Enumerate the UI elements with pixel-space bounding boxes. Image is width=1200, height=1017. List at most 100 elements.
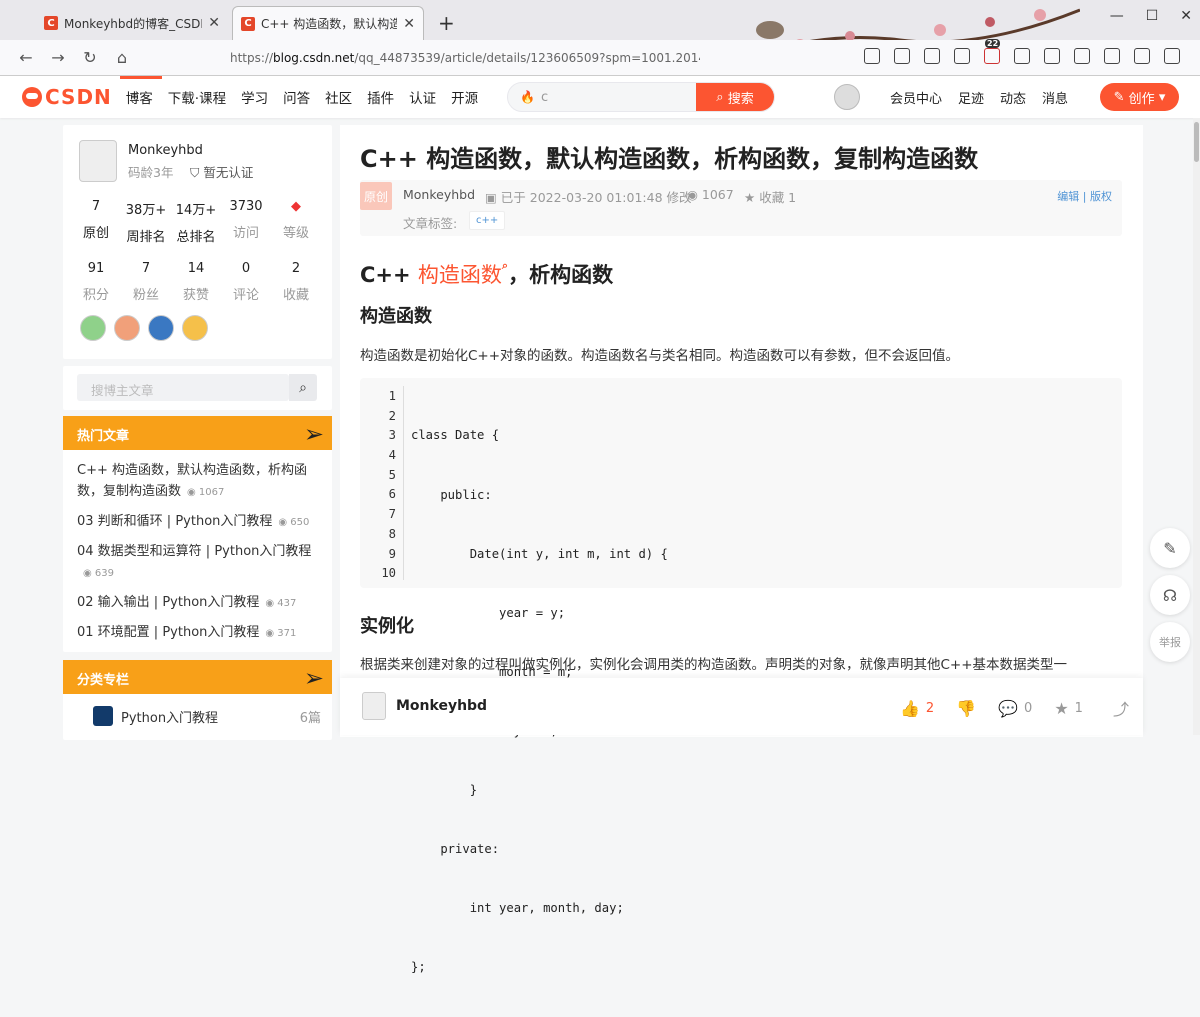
stat-points[interactable]: 91 积分 — [71, 261, 121, 303]
page-scrollbar[interactable] — [1193, 118, 1200, 735]
headset-icon: ☊ — [1162, 585, 1178, 605]
nav-opensource[interactable]: 开源 — [451, 87, 478, 107]
blog-search-input[interactable]: 搜博主文章 — [77, 374, 289, 401]
sidebar-icon[interactable] — [1044, 48, 1060, 64]
eye-icon: ◉ — [687, 187, 702, 202]
nav-certification[interactable]: 认证 — [409, 87, 436, 107]
link-vip-center[interactable]: 会员中心 — [890, 88, 942, 107]
reader-icon[interactable] — [894, 48, 910, 64]
badge-icon[interactable] — [114, 315, 140, 341]
share-icon[interactable]: ⤴ — [1113, 696, 1129, 720]
footer-author-avatar[interactable] — [362, 692, 386, 720]
nav-learn[interactable]: 学习 — [241, 87, 268, 107]
meta-favorite[interactable]: ★ 收藏 1 — [744, 187, 796, 206]
scrollbar-thumb[interactable] — [1194, 122, 1199, 162]
hot-article-item[interactable]: 01 环境配置 | Python入门教程 ◉ 371 — [77, 622, 317, 644]
stat-fans[interactable]: 7 粉丝 — [121, 261, 171, 303]
close-tab-icon[interactable]: ✕ — [403, 16, 415, 32]
thumbs-up-icon[interactable]: 👍 — [900, 699, 920, 718]
stat-original[interactable]: 7 原创 — [71, 199, 121, 245]
article-tag[interactable]: c++ — [469, 211, 506, 230]
eye-icon: ◉ — [265, 628, 278, 639]
article-title: C++ 构造函数，默认构造函数，析构函数，复制构造函数 — [360, 145, 979, 173]
report-button[interactable]: 举报 — [1150, 622, 1190, 662]
footer-author-name[interactable]: Monkeyhbd — [396, 698, 487, 714]
extension-shield-icon[interactable]: 22 — [984, 39, 1001, 64]
write-note-button[interactable]: ✎ — [1150, 528, 1190, 568]
copyright-link[interactable]: 版权 — [1090, 190, 1112, 203]
translate-icon[interactable] — [924, 48, 940, 64]
badge-icon[interactable] — [80, 315, 106, 341]
stat-weekly-rank[interactable]: 38万+ 周排名 — [121, 199, 171, 245]
browser-tab-1[interactable]: C Monkeyhbd的博客_CSDN博客- ✕ — [36, 6, 228, 40]
reload-icon[interactable]: ↻ — [76, 44, 104, 72]
badge-icon[interactable] — [148, 315, 174, 341]
link-messages[interactable]: 消息 — [1042, 88, 1068, 107]
link-activity[interactable]: 动态 — [1000, 88, 1026, 107]
close-tab-icon[interactable]: ✕ — [208, 15, 220, 31]
search-input[interactable]: c — [541, 90, 696, 105]
paragraph-2: 根据类来创建对象的过程叫做实例化，实例化会调用类的构造函数。声明类的对象，就像声… — [360, 657, 1068, 673]
edit-link[interactable]: 编辑 — [1057, 190, 1079, 203]
nav-qa[interactable]: 问答 — [283, 87, 310, 107]
stat-level[interactable]: ◆ 等级 — [271, 199, 321, 245]
certification-status: ⛉ 暂无认证 — [190, 165, 254, 180]
thumbs-down-icon[interactable]: 👎 — [956, 699, 976, 718]
fire-icon: 🔥 — [520, 90, 535, 104]
create-button[interactable]: ✎ 创作 ▾ — [1100, 83, 1179, 111]
category-header: 分类专栏 ➢ — [63, 660, 332, 694]
bookmark-star-icon[interactable] — [954, 48, 970, 64]
nav-blog[interactable]: 博客 — [119, 76, 162, 107]
stat-comments[interactable]: 0 评论 — [221, 261, 271, 303]
stat-visits[interactable]: 3730 访问 — [221, 199, 271, 245]
category-item[interactable]: Python入门教程 6篇 — [93, 706, 321, 726]
library-icon[interactable] — [1104, 48, 1120, 64]
csdn-logo[interactable]: CSDN — [22, 85, 112, 109]
menu-icon[interactable] — [1164, 48, 1180, 64]
star-icon[interactable]: ★ — [1054, 699, 1068, 718]
author-avatar[interactable] — [79, 140, 117, 182]
account-icon[interactable] — [1134, 48, 1150, 64]
new-tab-button[interactable]: + — [428, 6, 465, 40]
qr-code-icon[interactable] — [864, 48, 880, 64]
close-window-icon[interactable]: ✕ — [1180, 8, 1192, 24]
blog-search-box: 搜博主文章 ⌕ — [63, 366, 332, 410]
author-name[interactable]: Monkeyhbd — [128, 143, 203, 158]
shield-icon: ⛉ — [190, 165, 204, 180]
search-icon[interactable]: ⌕ — [289, 374, 317, 401]
calendar-icon: ▣ — [485, 190, 501, 205]
hot-article-item[interactable]: C++ 构造函数，默认构造函数，析构函数，复制构造函数 ◉ 1067 — [77, 460, 317, 503]
hot-article-item[interactable]: 02 输入输出 | Python入门教程 ◉ 437 — [77, 592, 317, 614]
hot-article-item[interactable]: 03 判断和循环 | Python入门教程 ◉ 650 — [77, 511, 317, 533]
maximize-icon[interactable]: ☐ — [1146, 8, 1159, 24]
nav-plugins[interactable]: 插件 — [367, 87, 394, 107]
stat-favorites[interactable]: 2 收藏 — [271, 261, 321, 303]
browser-tab-2[interactable]: C C++ 构造函数，默认构造函数， ✕ — [232, 6, 424, 40]
keyword-link[interactable]: 构造函数 — [418, 263, 502, 287]
meta-author[interactable]: Monkeyhbd — [403, 187, 475, 202]
minimize-icon[interactable]: — — [1110, 8, 1124, 24]
nav-community[interactable]: 社区 — [325, 87, 352, 107]
hot-article-item[interactable]: 04 数据类型和运算符 | Python入门教程◉ 639 — [77, 541, 317, 584]
main-nav: 博客 下载·课程 学习 问答 社区 插件 认证 开源 — [119, 76, 493, 107]
search-button[interactable]: ⌕ 搜索 — [696, 83, 774, 111]
mask-icon[interactable] — [1014, 48, 1030, 64]
address-bar[interactable]: https://blog.csdn.net/qq_44873539/articl… — [230, 51, 700, 65]
badge-icon[interactable] — [182, 315, 208, 341]
star-icon: ★ — [744, 190, 760, 205]
nav-download-courses[interactable]: 下载·课程 — [168, 87, 226, 107]
header-right: 会员中心 足迹 动态 消息 — [834, 82, 1084, 112]
stat-total-rank[interactable]: 14万+ 总排名 — [171, 199, 221, 245]
window-controls: — ☐ ✕ — [1110, 8, 1192, 24]
profile-card: Monkeyhbd 码龄3年 ⛉ 暂无认证 7 原创 38万+ 周排名 14万+ 总排… — [63, 125, 332, 359]
download-icon[interactable] — [1074, 48, 1090, 64]
csdn-favicon-icon: C — [44, 16, 58, 30]
user-avatar[interactable] — [834, 84, 860, 110]
stat-likes[interactable]: 14 获赞 — [171, 261, 221, 303]
customer-service-button[interactable]: ☊ — [1150, 575, 1190, 615]
back-icon[interactable]: ← — [12, 44, 40, 72]
link-footprint[interactable]: 足迹 — [958, 88, 984, 107]
forward-icon[interactable]: → — [44, 44, 72, 72]
home-icon[interactable]: ⌂ — [108, 44, 136, 72]
comment-icon[interactable]: 💬 — [998, 699, 1018, 718]
